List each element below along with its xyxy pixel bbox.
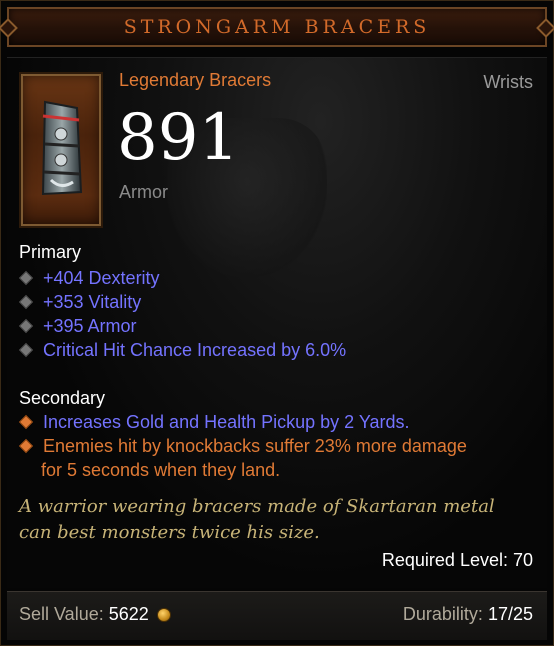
item-name: STRONGARM BRACERS (123, 16, 431, 38)
flavor-line: can best monsters twice his size. (19, 522, 320, 543)
stat-bullet-icon (18, 319, 34, 334)
tooltip-footer: Sell Value: 5622 Durability: 17/25 (7, 591, 547, 640)
item-tooltip: STRONGARM BRACERS Legendary Bracers Wris… (0, 0, 554, 646)
primary-stat: +353 Vitality (18, 290, 141, 314)
bracer-icon (41, 100, 83, 196)
armor-label: Armor (119, 182, 168, 202)
stat-bullet-icon (18, 271, 34, 286)
secondary-stat: Increases Gold and Health Pickup by 2 Ya… (18, 410, 410, 434)
secondary-stat-continuation: for 5 seconds when they land. (41, 460, 281, 480)
gold-coin-icon (156, 608, 171, 623)
item-slot-label: Wrists (483, 72, 533, 92)
sell-value-label: Sell Value: (19, 604, 104, 624)
secondary-stat: Enemies hit by knockbacks suffer 23% mor… (18, 434, 467, 458)
tooltip-header: STRONGARM BRACERS (7, 7, 547, 47)
stat-bullet-icon (18, 295, 34, 310)
durability: Durability: 17/25 (403, 604, 533, 625)
primary-stat: +404 Dexterity (18, 266, 160, 290)
sell-value: Sell Value: 5622 (19, 604, 171, 625)
primary-section-label: Primary (19, 242, 81, 262)
flavor-line: A warrior wearing bracers made of Skarta… (19, 496, 495, 517)
sell-value-amount: 5622 (108, 604, 149, 624)
flavor-text: A warrior wearing bracers made of Skarta… (19, 494, 539, 546)
stat-bullet-icon (18, 415, 34, 430)
stat-bullet-icon (18, 343, 34, 358)
armor-value: 891 (117, 101, 240, 175)
required-level: Required Level: 70 (381, 550, 533, 570)
secondary-section-label: Secondary (19, 388, 106, 408)
durability-value: 17/25 (487, 604, 533, 624)
tooltip-body: Legendary Bracers Wrists 891 Armor Prima… (7, 57, 547, 588)
stat-bullet-icon (18, 439, 34, 454)
item-icon-frame (19, 72, 103, 228)
durability-label: Durability: (402, 604, 483, 624)
item-type-label: Legendary Bracers (119, 70, 272, 90)
primary-stat: +395 Armor (18, 314, 137, 338)
primary-stat: Critical Hit Chance Increased by 6.0% (18, 338, 346, 362)
